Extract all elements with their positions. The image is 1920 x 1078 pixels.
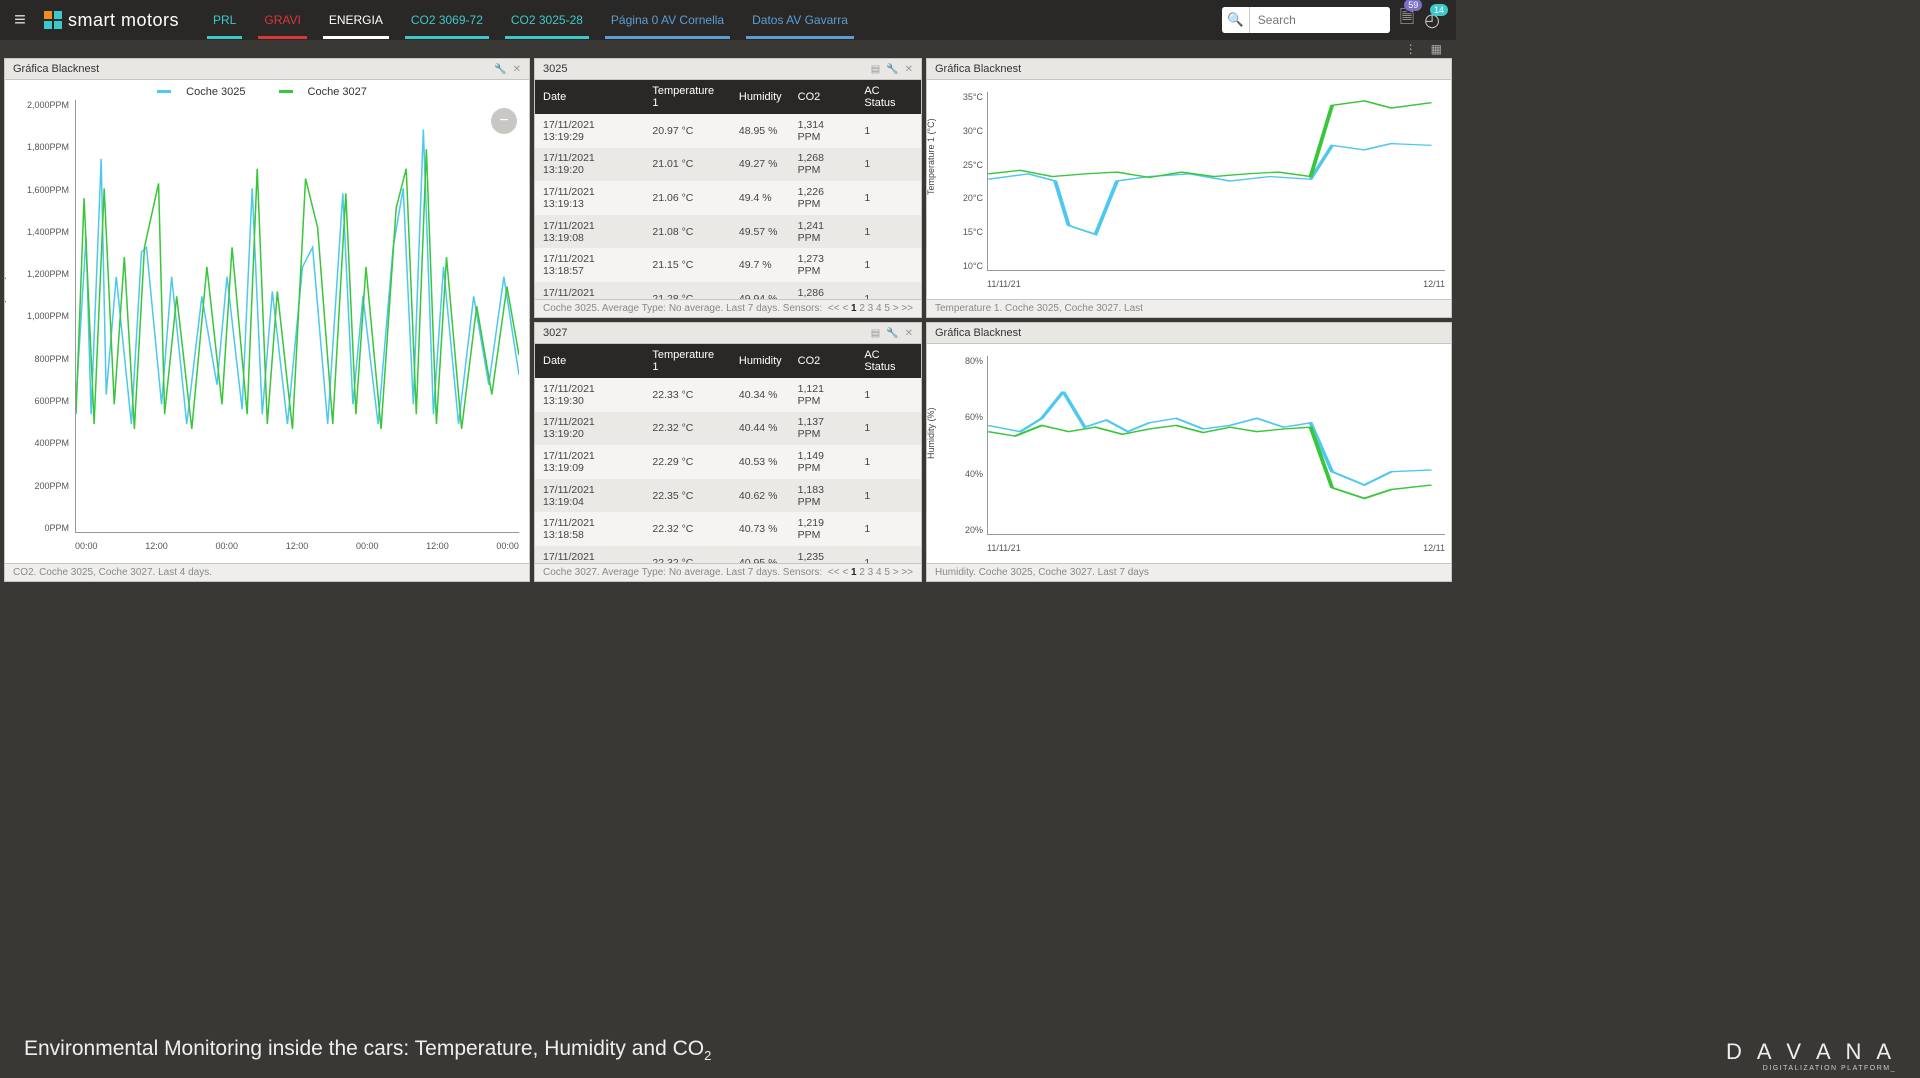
clock-icon[interactable]: ◴14 — [1424, 10, 1440, 31]
chart-body[interactable]: Humidity (%) 80%60%40%20% 11/11/2112/11 — [927, 344, 1451, 563]
grid-icon[interactable]: ▦ — [1431, 42, 1442, 56]
table-row[interactable]: 17/11/2021 13:19:2021.01 °C49.27 %1,268 … — [535, 148, 921, 182]
close-icon[interactable]: ✕ — [905, 328, 913, 339]
tab-datos[interactable]: Datos AV Gavarra — [738, 1, 862, 39]
table-row[interactable]: 17/11/2021 13:19:2920.97 °C48.95 %1,314 … — [535, 114, 921, 148]
y-ticks: 35°C30°C25°C20°C15°C10°C — [955, 92, 983, 271]
table-row[interactable]: 17/11/2021 13:19:0922.29 °C40.53 %1,149 … — [535, 445, 921, 479]
y-ticks: 80%60%40%20% — [955, 356, 983, 535]
table-row[interactable]: 17/11/2021 13:18:5721.15 °C49.7 %1,273 P… — [535, 248, 921, 282]
toolbar: ⋮ ▦ — [0, 40, 1456, 58]
plot-area[interactable] — [75, 100, 519, 533]
tab-pagina0[interactable]: Página 0 AV Cornella — [597, 1, 738, 39]
y-ticks: 2,000PPM1,800PPM1,600PPM1,400PPM1,200PPM… — [19, 100, 69, 533]
data-table-3025: DateTemperature 1HumidityCO2AC Status17/… — [535, 80, 921, 299]
search-input[interactable] — [1250, 7, 1390, 33]
y-axis-label: Temperature 1 (°C) — [927, 118, 936, 195]
logo-icon — [44, 11, 62, 29]
chart-body[interactable]: Coche 3025 Coche 3027 − CO2 (PPM) 2,000P… — [5, 80, 529, 563]
x-ticks: 00:0012:0000:0012:0000:0012:0000:00 — [75, 541, 519, 551]
table-row[interactable]: 17/11/2021 13:18:5822.32 °C40.73 %1,219 … — [535, 512, 921, 546]
legend-3027: Coche 3027 — [308, 86, 367, 98]
chart-icon[interactable]: ▤ — [871, 64, 880, 75]
nav-tabs: PRL GRAVI ENERGIA CO2 3069-72 CO2 3025-2… — [199, 1, 862, 39]
wrench-icon[interactable]: 🔧 — [886, 64, 898, 75]
chart-body[interactable]: Temperature 1 (°C) 35°C30°C25°C20°C15°C1… — [927, 80, 1451, 299]
title-text: 3025 — [543, 63, 567, 75]
table-row[interactable]: 17/11/2021 13:19:0422.35 °C40.62 %1,183 … — [535, 479, 921, 513]
wrench-icon[interactable]: 🔧 — [494, 64, 506, 75]
tab-prl[interactable]: PRL — [199, 1, 250, 39]
notif-badge: 59 — [1404, 0, 1422, 11]
tab-co2-3069[interactable]: CO2 3069-72 — [397, 1, 497, 39]
wrench-icon[interactable]: 🔧 — [886, 328, 898, 339]
pager[interactable]: << < 1 2 3 4 5 > >> — [828, 567, 913, 578]
title-text: 3027 — [543, 327, 567, 339]
y-axis-label: CO2 (PPM) — [5, 275, 7, 327]
davana-logo: D A V A N A DIGITALIZATION PLATFORM_ — [1726, 1039, 1896, 1072]
table-row[interactable]: 17/11/2021 13:19:3022.33 °C40.34 %1,121 … — [535, 378, 921, 412]
pager[interactable]: << < 1 2 3 4 5 > >> — [828, 303, 913, 314]
tab-gravi[interactable]: GRAVI — [250, 1, 314, 39]
data-table-3027: DateTemperature 1HumidityCO2AC Status17/… — [535, 344, 921, 563]
close-icon[interactable]: ✕ — [905, 64, 913, 75]
search-icon[interactable]: 🔍 — [1222, 7, 1250, 33]
chart-icon[interactable]: ▤ — [871, 328, 880, 339]
table-row[interactable]: 17/11/2021 13:19:1321.06 °C49.4 %1,226 P… — [535, 181, 921, 215]
panel-table-3025: 3025 ▤ 🔧 ✕ DateTemperature 1HumidityCO2AC … — [534, 58, 922, 318]
panel-temp-chart: Gráfica Blacknest Temperature 1 (°C) 35°… — [926, 58, 1452, 318]
menu-icon[interactable]: ≡ — [0, 9, 40, 32]
x-ticks: 11/11/2112/11 — [987, 543, 1445, 553]
dashboard: Gráfica Blacknest 🔧 ✕ Coche 3025 Coche 30… — [0, 58, 1456, 578]
panel-co2-chart: Gráfica Blacknest 🔧 ✕ Coche 3025 Coche 30… — [4, 58, 530, 582]
title-text: Gráfica Blacknest — [13, 63, 99, 75]
y-axis-label: Humidity (%) — [927, 407, 936, 459]
table-row[interactable]: 17/11/2021 13:18:4721.28 °C49.94 %1,286 … — [535, 282, 921, 299]
panel-table-3027: 3027 ▤ 🔧 ✕ DateTemperature 1HumidityCO2AC … — [534, 322, 922, 582]
table-row[interactable]: 17/11/2021 13:19:2022.32 °C40.44 %1,137 … — [535, 412, 921, 446]
brand-text: smart motors — [68, 10, 179, 31]
panel-footer: CO2. Coche 3025, Coche 3027. Last 4 days… — [5, 563, 529, 581]
title-text: Gráfica Blacknest — [935, 327, 1021, 339]
table-row[interactable]: 17/11/2021 13:19:0821.08 °C49.57 %1,241 … — [535, 215, 921, 249]
topbar: ≡ smart motors PRL GRAVI ENERGIA CO2 306… — [0, 0, 1456, 40]
logo[interactable]: smart motors — [44, 10, 179, 31]
x-ticks: 11/11/2112/11 — [987, 279, 1445, 289]
clock-badge: 14 — [1430, 4, 1448, 16]
title-text: Gráfica Blacknest — [935, 63, 1021, 75]
legend-3025: Coche 3025 — [186, 86, 245, 98]
panel-hum-chart: Gráfica Blacknest Humidity (%) 80%60%40%… — [926, 322, 1452, 582]
search: 🔍 — [1222, 7, 1390, 33]
table-row[interactable]: 17/11/2021 13:18:4422.32 °C40.95 %1,235 … — [535, 546, 921, 563]
notifications-icon[interactable]: 🗎59 — [1400, 5, 1414, 35]
legend: Coche 3025 Coche 3027 — [5, 80, 529, 102]
page-caption: Environmental Monitoring inside the cars… — [0, 1022, 1920, 1078]
topbar-right: 🔍 🗎59 ◴14 — [1222, 5, 1456, 35]
kebab-icon[interactable]: ⋮ — [1405, 42, 1417, 56]
tab-energia[interactable]: ENERGIA — [315, 1, 397, 39]
close-icon[interactable]: ✕ — [513, 64, 521, 75]
tab-co2-3025[interactable]: CO2 3025-28 — [497, 1, 597, 39]
panel-title: Gráfica Blacknest 🔧 ✕ — [5, 59, 529, 80]
